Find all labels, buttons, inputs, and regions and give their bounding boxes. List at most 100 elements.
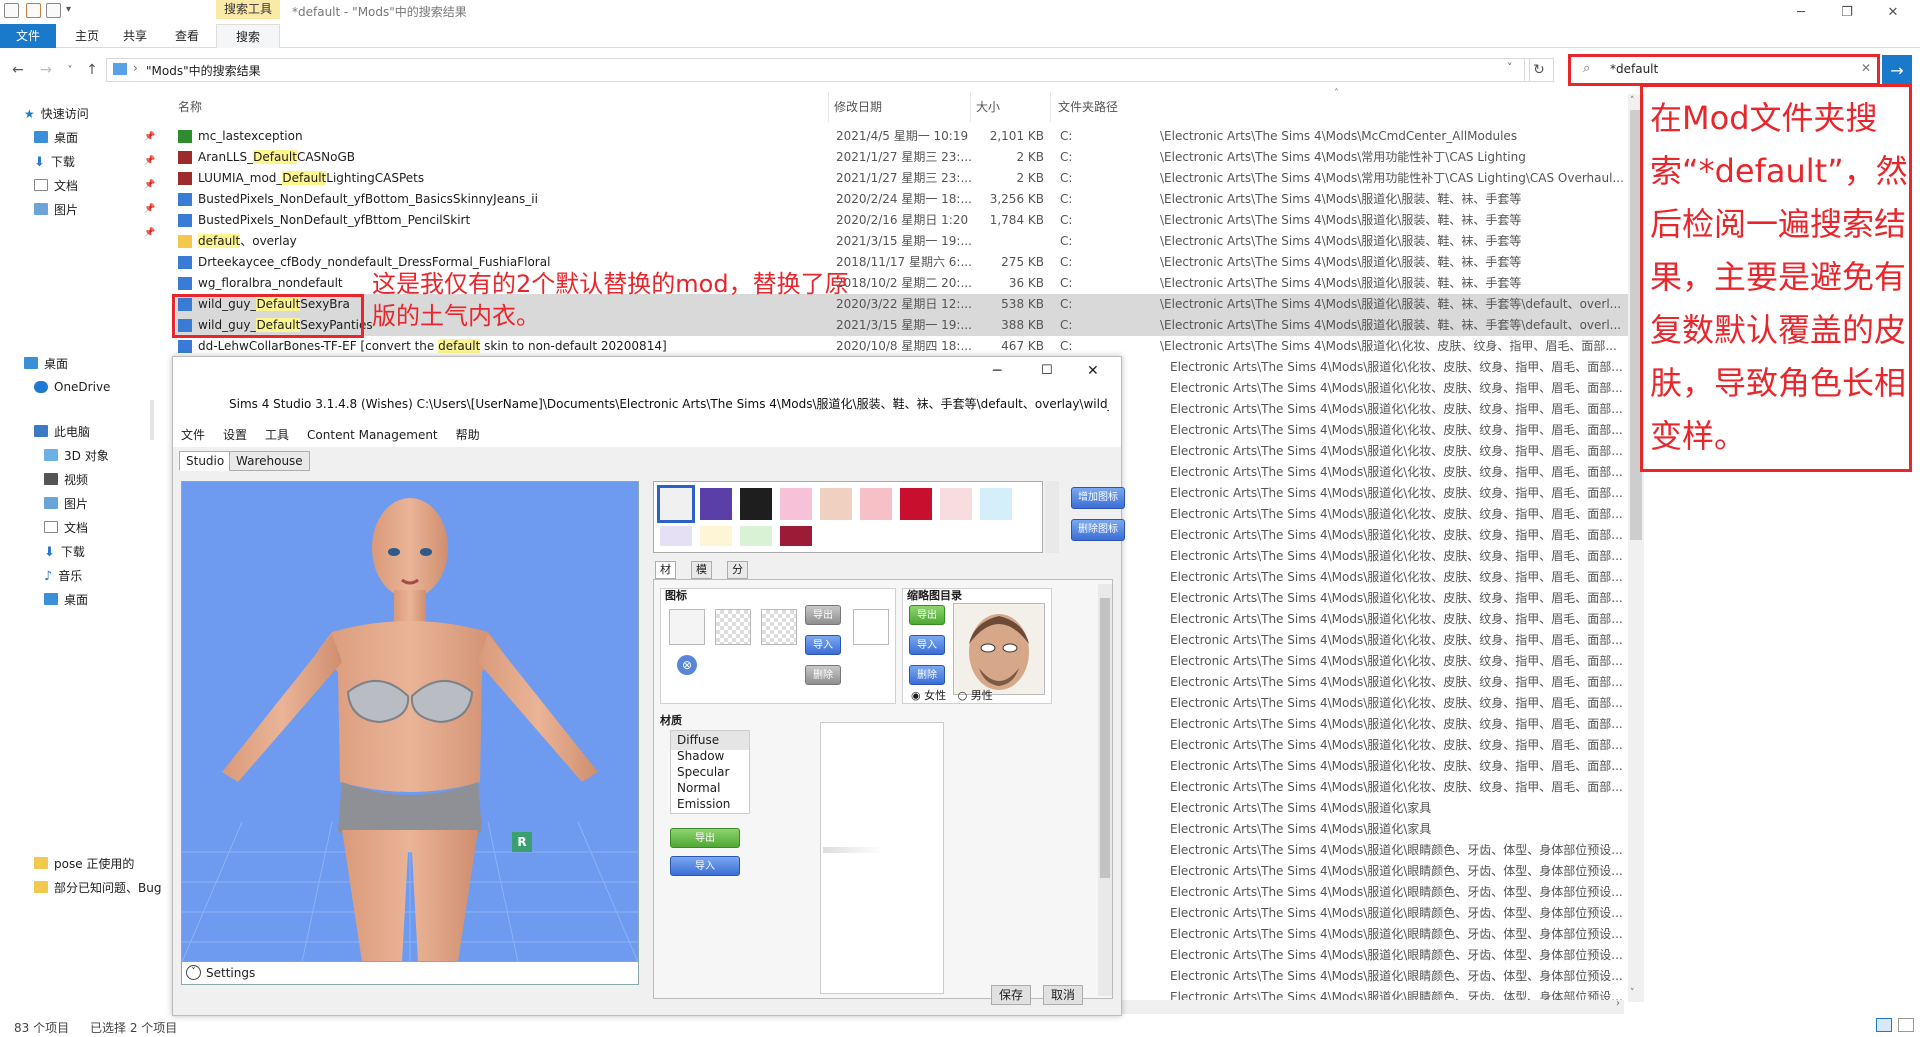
swatch[interactable] bbox=[740, 526, 772, 546]
material-panel-scroll-thumb[interactable] bbox=[1100, 598, 1110, 878]
s4s-tab-studio[interactable]: Studio bbox=[179, 451, 232, 471]
column-separator[interactable] bbox=[1050, 92, 1051, 122]
back-arrow-icon[interactable]: ← bbox=[8, 60, 28, 80]
address-bar[interactable]: › ˅ bbox=[106, 58, 1530, 82]
nav-desktop[interactable]: 桌面 bbox=[24, 352, 68, 374]
tab-texture[interactable]: 材质 bbox=[655, 561, 676, 592]
swatch[interactable] bbox=[900, 488, 932, 520]
maximize-button[interactable]: ❐ bbox=[1824, 1, 1870, 23]
material-list[interactable]: Diffuse Shadow Specular Normal Emission bbox=[670, 730, 750, 814]
swatch[interactable] bbox=[780, 526, 812, 546]
material-export-button[interactable]: 导出 bbox=[670, 828, 740, 848]
nav-folder-known-issues[interactable]: 部分已知问题、Bug bbox=[34, 876, 161, 898]
swatch[interactable] bbox=[657, 485, 695, 523]
nav-videos[interactable]: 视频 bbox=[44, 468, 88, 490]
scroll-down-icon[interactable]: ˅ bbox=[1630, 988, 1635, 998]
pin-icon[interactable]: 📌 bbox=[144, 132, 155, 142]
properties-icon[interactable] bbox=[26, 3, 41, 18]
column-separator[interactable] bbox=[828, 92, 829, 122]
column-header-size[interactable]: 大小 bbox=[976, 98, 1000, 116]
tab-file[interactable]: 文件 bbox=[0, 24, 56, 48]
s4s-menu-file[interactable]: 文件 bbox=[181, 423, 205, 447]
nav-this-pc[interactable]: 此电脑 bbox=[34, 420, 90, 442]
icon-import-button[interactable]: 导入 bbox=[805, 635, 841, 655]
column-header-path[interactable]: 文件夹路径 bbox=[1058, 98, 1118, 116]
swatch[interactable] bbox=[820, 488, 852, 520]
swatch[interactable] bbox=[940, 488, 972, 520]
s4s-maximize-button[interactable]: ☐ bbox=[1041, 363, 1053, 378]
clear-search-icon[interactable]: ✕ bbox=[1861, 61, 1871, 75]
pin-icon[interactable]: 📌 bbox=[144, 228, 155, 238]
icon-slot[interactable] bbox=[669, 609, 705, 645]
scroll-right-icon[interactable]: › bbox=[1616, 998, 1620, 1009]
swatch[interactable] bbox=[980, 488, 1012, 520]
s4s-menu-tools[interactable]: 工具 bbox=[265, 423, 289, 447]
nav-downloads[interactable]: ⬇ 下载 bbox=[44, 540, 85, 562]
swatch-scrollbar[interactable] bbox=[1045, 481, 1059, 553]
icon-slot[interactable] bbox=[761, 609, 797, 645]
nav-quick-access[interactable]: ★ 快速访问 bbox=[24, 102, 89, 124]
tab-search[interactable]: 搜索 bbox=[216, 24, 280, 48]
save-button[interactable]: 保存 bbox=[991, 985, 1031, 1005]
nav-pinned-downloads[interactable]: ⬇ 下载 bbox=[34, 150, 75, 172]
s4s-menu-help[interactable]: 帮助 bbox=[456, 423, 480, 447]
s4s-menu-content-management[interactable]: Content Management bbox=[307, 423, 438, 447]
recent-dropdown-icon[interactable]: ˅ bbox=[60, 60, 80, 80]
nav-pinned-desktop[interactable]: 桌面 bbox=[34, 126, 78, 148]
large-icons-view-icon[interactable] bbox=[1898, 1018, 1914, 1032]
address-dropdown-icon[interactable]: ˅ bbox=[1507, 61, 1513, 74]
nav-folder-pose[interactable]: pose 正使用的 bbox=[34, 852, 134, 874]
material-list-item[interactable]: Emission bbox=[671, 795, 730, 814]
nav-3d-objects[interactable]: 3D 对象 bbox=[44, 444, 109, 466]
column-separator[interactable] bbox=[970, 92, 971, 122]
tab-mesh[interactable]: 模型 bbox=[691, 561, 712, 592]
quick-access-dropdown-icon[interactable]: ▾ bbox=[66, 4, 71, 15]
nav-pc-desktop[interactable]: 桌面 bbox=[44, 588, 88, 610]
add-swatch-button[interactable]: 增加图标 bbox=[1071, 487, 1125, 509]
material-panel-scrollbar[interactable] bbox=[1098, 584, 1112, 996]
close-button[interactable]: ✕ bbox=[1870, 1, 1916, 23]
s4s-close-button[interactable]: ✕ bbox=[1087, 363, 1099, 379]
thumb-delete-button[interactable]: 删除 bbox=[909, 665, 945, 685]
horizontal-scrollbar[interactable] bbox=[1122, 1000, 1624, 1014]
thumb-export-button[interactable]: 导出 bbox=[909, 605, 945, 625]
refresh-icon[interactable]: ↻ bbox=[1524, 58, 1554, 82]
clear-icon[interactable]: ⊗ bbox=[677, 655, 697, 675]
details-view-icon[interactable] bbox=[1876, 1018, 1892, 1032]
swatch[interactable] bbox=[700, 526, 732, 546]
column-header-date[interactable]: 修改日期 bbox=[834, 98, 882, 116]
tab-share[interactable]: 共享 bbox=[112, 24, 158, 48]
icon-delete-button[interactable]: 删除 bbox=[805, 665, 841, 685]
chevron-down-icon[interactable]: ˅ bbox=[186, 965, 201, 980]
tab-category[interactable]: 分类 bbox=[727, 561, 748, 592]
model-preview-viewport[interactable]: R bbox=[181, 481, 639, 985]
nav-pinned-pictures[interactable]: 图片 bbox=[34, 198, 78, 220]
swatch[interactable] bbox=[700, 488, 732, 520]
s4s-tab-warehouse[interactable]: Warehouse bbox=[229, 451, 310, 471]
swatch[interactable] bbox=[660, 526, 692, 546]
preview-settings-bar[interactable]: ˅ Settings bbox=[181, 961, 639, 985]
swatch[interactable] bbox=[740, 488, 772, 520]
nav-documents[interactable]: 文档 bbox=[44, 516, 88, 538]
cancel-button[interactable]: 取消 bbox=[1043, 985, 1083, 1005]
s4s-minimize-button[interactable]: ─ bbox=[993, 363, 1001, 379]
pin-icon[interactable]: 📌 bbox=[144, 204, 155, 214]
nav-music[interactable]: ♪ 音乐 bbox=[44, 564, 82, 586]
nav-pictures[interactable]: 图片 bbox=[44, 492, 88, 514]
swatch[interactable] bbox=[860, 488, 892, 520]
tab-view[interactable]: 查看 bbox=[164, 24, 210, 48]
s4s-menu-settings[interactable]: 设置 bbox=[223, 423, 247, 447]
pin-icon[interactable]: 📌 bbox=[144, 156, 155, 166]
radio-male-icon[interactable]: ○ bbox=[958, 689, 968, 702]
forward-arrow-icon[interactable]: → bbox=[36, 60, 56, 80]
minimize-button[interactable]: ─ bbox=[1778, 1, 1824, 23]
nav-pinned-documents[interactable]: 文档 bbox=[34, 174, 78, 196]
breadcrumb-chevron-icon[interactable]: › bbox=[133, 61, 138, 75]
icon-export-button[interactable]: 导出 bbox=[805, 605, 841, 625]
delete-swatch-button[interactable]: 删除图标 bbox=[1071, 519, 1125, 541]
thumb-import-button[interactable]: 导入 bbox=[909, 635, 945, 655]
icon-slot[interactable] bbox=[715, 609, 751, 645]
column-header-name[interactable]: 名称 bbox=[178, 98, 202, 116]
radio-female-icon[interactable]: ◉ bbox=[911, 689, 921, 702]
new-folder-icon[interactable] bbox=[46, 3, 61, 18]
